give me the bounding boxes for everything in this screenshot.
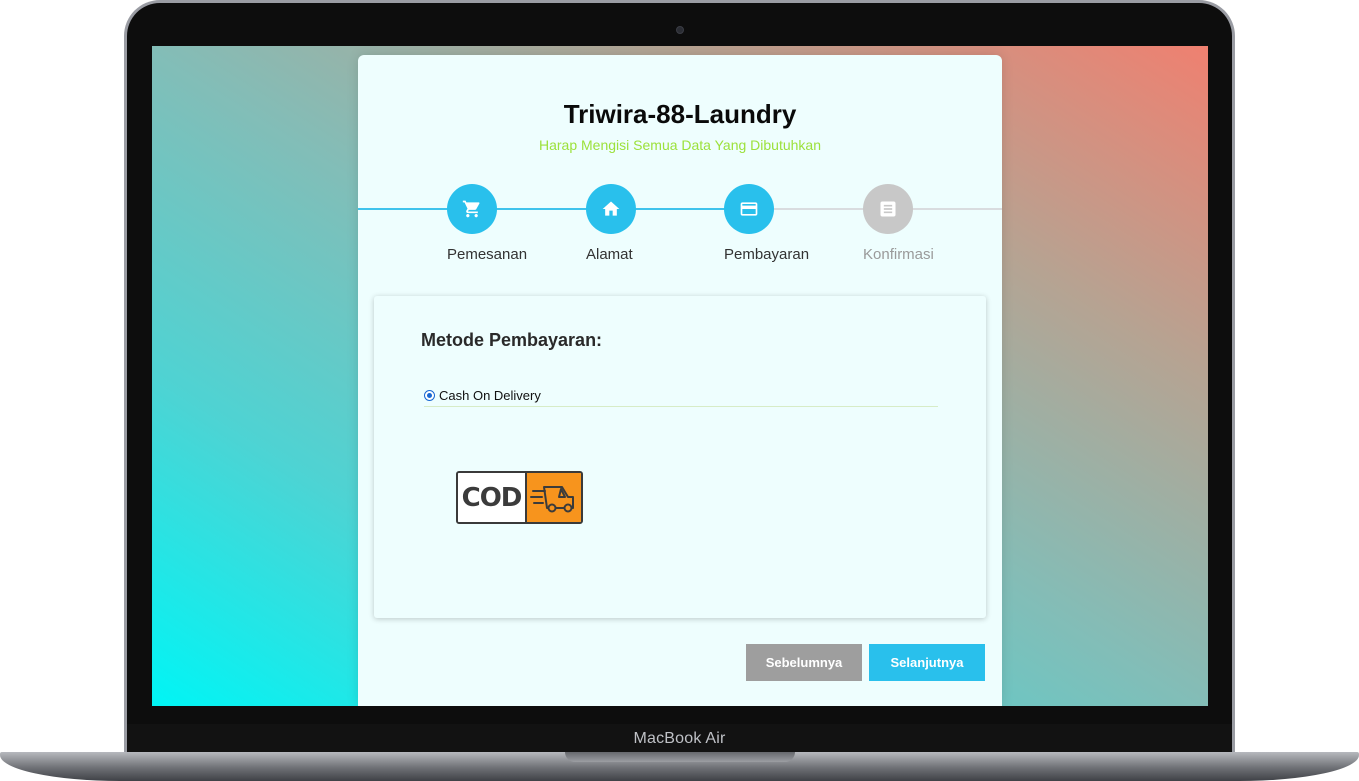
delivery-truck-icon <box>527 473 581 522</box>
home-icon <box>586 184 636 234</box>
camera-icon <box>676 26 684 34</box>
step-label: Pemesanan <box>447 246 528 263</box>
laptop-notch <box>565 752 795 762</box>
step-pemesanan[interactable]: Pemesanan <box>447 184 567 263</box>
device-label: MacBook Air <box>633 730 726 747</box>
laptop-screen: Triwira-88-Laundry Harap Mengisi Semua D… <box>152 46 1208 706</box>
credit-card-icon <box>724 184 774 234</box>
cod-radio-button[interactable] <box>424 390 435 401</box>
cod-logo-text: COD <box>458 473 527 522</box>
step-label: Pembayaran <box>724 246 810 263</box>
payment-method-panel: Metode Pembayaran: Cash On Delivery COD <box>374 296 986 618</box>
step-label: Konfirmasi <box>863 246 934 263</box>
next-button[interactable]: Selanjutnya <box>869 644 985 681</box>
payment-method-heading: Metode Pembayaran: <box>421 330 603 350</box>
step-pembayaran[interactable]: Pembayaran <box>724 184 844 263</box>
cart-icon <box>447 184 497 234</box>
document-icon <box>863 184 913 234</box>
checkout-card: Triwira-88-Laundry Harap Mengisi Semua D… <box>358 55 1002 706</box>
app-subtitle: Harap Mengisi Semua Data Yang Dibutuhkan <box>539 137 821 153</box>
step-alamat[interactable]: Alamat <box>586 184 706 263</box>
laptop-chin: MacBook Air <box>127 724 1232 754</box>
step-konfirmasi[interactable]: Konfirmasi <box>863 184 983 263</box>
app-title: Triwira-88-Laundry <box>563 99 797 129</box>
cod-option-label: Cash On Delivery <box>439 388 541 403</box>
payment-option-cod[interactable]: Cash On Delivery <box>424 388 938 407</box>
step-label: Alamat <box>586 246 633 263</box>
previous-button[interactable]: Sebelumnya <box>746 644 862 681</box>
cod-logo: COD <box>456 471 583 524</box>
